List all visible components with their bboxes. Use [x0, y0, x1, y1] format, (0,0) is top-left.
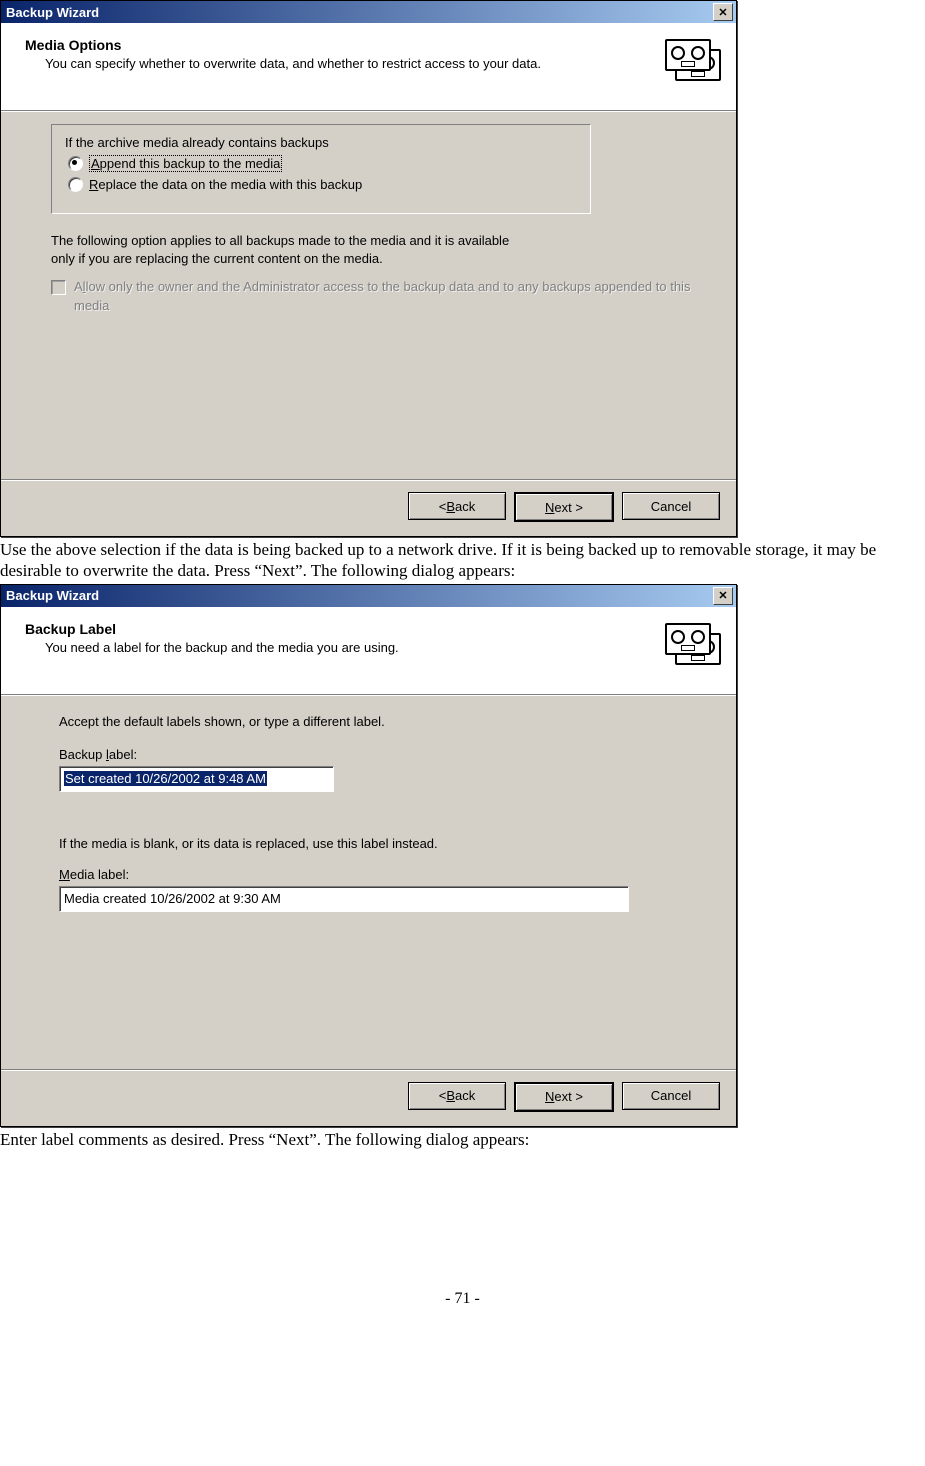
radio-append[interactable]: Append this backup to the media — [68, 155, 574, 172]
titlebar[interactable]: Backup Wizard ✕ — [1, 585, 736, 607]
wizard-content: If the archive media already contains ba… — [1, 111, 736, 479]
wizard-header: Media Options You can specify whether to… — [1, 23, 736, 111]
window-title: Backup Wizard — [6, 588, 99, 603]
window-title: Backup Wizard — [6, 5, 99, 20]
checkbox-icon — [51, 280, 66, 295]
backup-wizard-media-options-dialog: Backup Wizard ✕ Media Options You can sp… — [0, 0, 737, 537]
next-button[interactable]: Next > — [514, 1082, 614, 1112]
restrict-access-checkbox: Allow only the owner and the Administrat… — [51, 278, 700, 314]
back-button[interactable]: < Back — [408, 492, 506, 520]
ownership-info-text: The following option applies to all back… — [51, 232, 511, 268]
wizard-step-subtitle: You can specify whether to overwrite dat… — [25, 55, 655, 73]
radio-append-label: Append this backup to the media — [89, 155, 282, 172]
radio-icon — [68, 177, 83, 192]
wizard-step-title: Backup Label — [25, 621, 655, 637]
back-button[interactable]: < Back — [408, 1082, 506, 1110]
media-blank-instruction: If the media is blank, or its data is re… — [59, 836, 700, 851]
wizard-step-subtitle: You need a label for the backup and the … — [25, 639, 655, 657]
cancel-button[interactable]: Cancel — [622, 492, 720, 520]
media-label-value: Media created 10/26/2002 at 9:30 AM — [64, 891, 281, 906]
wizard-header: Backup Label You need a label for the ba… — [1, 607, 736, 695]
backup-label-value: Set created 10/26/2002 at 9:48 AM — [64, 771, 267, 786]
cancel-button[interactable]: Cancel — [622, 1082, 720, 1110]
restrict-access-label: Allow only the owner and the Administrat… — [74, 278, 700, 314]
tape-media-icon — [665, 37, 720, 92]
close-icon[interactable]: ✕ — [713, 3, 733, 21]
instruction-paragraph-1: Use the above selection if the data is b… — [0, 539, 925, 582]
radio-icon — [68, 156, 83, 171]
next-button[interactable]: Next > — [514, 492, 614, 522]
wizard-content: Accept the default labels shown, or type… — [1, 695, 736, 1069]
backup-wizard-backup-label-dialog: Backup Wizard ✕ Backup Label You need a … — [0, 584, 737, 1127]
accept-labels-instruction: Accept the default labels shown, or type… — [59, 714, 700, 729]
radio-replace-label: Replace the data on the media with this … — [89, 177, 362, 192]
archive-media-fieldset: If the archive media already contains ba… — [51, 124, 591, 214]
page-number: - 71 - — [0, 1290, 925, 1308]
radio-replace[interactable]: Replace the data on the media with this … — [68, 177, 574, 192]
media-label-caption: Media label: — [59, 867, 700, 882]
wizard-button-bar: < Back Next > Cancel — [1, 479, 736, 536]
media-label-input[interactable]: Media created 10/26/2002 at 9:30 AM — [59, 886, 629, 912]
close-icon[interactable]: ✕ — [713, 587, 733, 605]
wizard-button-bar: < Back Next > Cancel — [1, 1069, 736, 1126]
tape-media-icon — [665, 621, 720, 676]
backup-label-caption: Backup label: — [59, 747, 700, 762]
backup-label-input[interactable]: Set created 10/26/2002 at 9:48 AM — [59, 766, 334, 792]
titlebar[interactable]: Backup Wizard ✕ — [1, 1, 736, 23]
wizard-step-title: Media Options — [25, 37, 655, 53]
instruction-paragraph-2: Enter label comments as desired. Press “… — [0, 1129, 925, 1150]
fieldset-legend: If the archive media already contains ba… — [62, 135, 332, 150]
